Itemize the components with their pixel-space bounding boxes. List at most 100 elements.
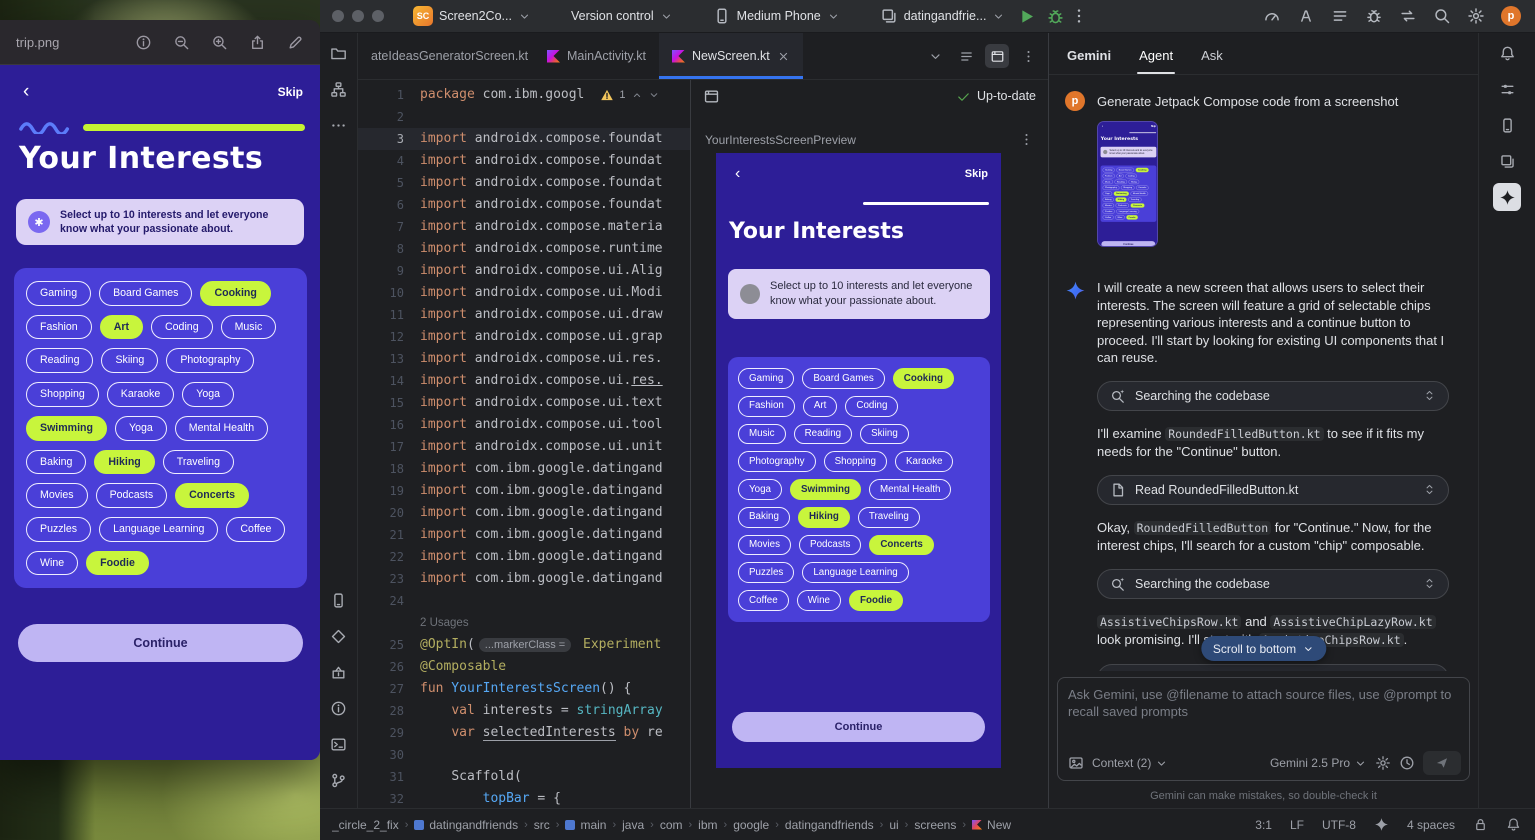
tab-ask[interactable]: Ask — [1187, 38, 1237, 74]
code-line[interactable]: 19import com.ibm.google.datingand — [358, 480, 690, 502]
breadcrumb-item[interactable]: main — [565, 818, 606, 832]
code-line[interactable]: 1package com.ibm.googl1 — [358, 84, 690, 106]
code-editor[interactable]: 1package com.ibm.googl123import androidx… — [358, 80, 690, 808]
device-selector[interactable]: Medium Phone — [706, 4, 847, 28]
send-button[interactable] — [1423, 751, 1461, 775]
structure-icon[interactable] — [325, 75, 353, 103]
prev-problem-icon[interactable] — [631, 89, 643, 101]
gemini-status-icon[interactable] — [1374, 817, 1389, 832]
tool-call-card[interactable]: Read RoundedFilledButton.kt — [1097, 475, 1449, 505]
code-line[interactable]: 25@OptIn(...markerClass = Experiment — [358, 634, 690, 656]
ui-check-mode-icon[interactable] — [703, 88, 720, 105]
cursor-position[interactable]: 3:1 — [1255, 818, 1272, 832]
code-mode-button[interactable] — [954, 44, 978, 68]
close-window-button[interactable] — [332, 10, 344, 22]
code-line[interactable]: 8import androidx.compose.runtime — [358, 238, 690, 260]
tab-newscreen-kt[interactable]: NewScreen.kt — [659, 33, 803, 79]
code-line[interactable]: 3import androidx.compose.foundat — [358, 128, 690, 150]
gemini-input[interactable] — [1068, 686, 1459, 746]
code-line[interactable]: 5import androidx.compose.foundat — [358, 172, 690, 194]
markup-icon[interactable] — [287, 34, 304, 51]
code-line[interactable]: 26@Composable — [358, 656, 690, 678]
project-icon[interactable] — [325, 39, 353, 67]
line-separator[interactable]: LF — [1290, 818, 1304, 832]
todo-icon[interactable] — [1331, 7, 1349, 25]
build-icon[interactable] — [325, 658, 353, 686]
breadcrumb-item[interactable]: com — [660, 818, 683, 832]
tab-mainactivity-kt[interactable]: MainActivity.kt — [534, 33, 659, 79]
run-configuration[interactable]: datingandfrie... — [873, 4, 1013, 28]
code-line[interactable]: 14import androidx.compose.ui.res. — [358, 370, 690, 392]
file-encoding[interactable]: UTF-8 — [1322, 818, 1356, 832]
hidden-tabs-chevron[interactable] — [923, 44, 947, 68]
code-line[interactable]: 18import com.ibm.google.datingand — [358, 458, 690, 480]
breadcrumb-item[interactable]: src — [534, 818, 550, 832]
next-problem-icon[interactable] — [648, 89, 660, 101]
editor-more-icon[interactable] — [1016, 44, 1040, 68]
close-tab-icon[interactable] — [777, 50, 790, 63]
zoom-out-icon[interactable] — [173, 34, 190, 51]
code-line[interactable]: 7import androidx.compose.materia — [358, 216, 690, 238]
context-dropdown[interactable]: Context (2) — [1092, 756, 1168, 770]
build-variants-icon[interactable] — [1493, 75, 1521, 103]
user-avatar[interactable]: p — [1501, 6, 1521, 26]
code-line[interactable]: 20import com.ibm.google.datingand — [358, 502, 690, 524]
breadcrumb-item[interactable]: java — [622, 818, 644, 832]
settings-icon[interactable] — [1467, 7, 1485, 25]
terminal-icon[interactable] — [325, 730, 353, 758]
breadcrumb-item[interactable]: datingandfriends — [785, 818, 874, 832]
share-icon[interactable] — [249, 34, 266, 51]
breadcrumb-item[interactable]: _circle_2_fix — [332, 818, 399, 832]
device-explorer-icon[interactable] — [1493, 147, 1521, 175]
search-everywhere-icon[interactable] — [1433, 7, 1451, 25]
code-line[interactable]: 31 Scaffold( — [358, 766, 690, 788]
info-icon[interactable] — [135, 34, 152, 51]
indent-setting[interactable]: 4 spaces — [1407, 818, 1455, 832]
notifications-icon[interactable] — [1493, 39, 1521, 67]
code-line[interactable]: 4import androidx.compose.foundat — [358, 150, 690, 172]
code-line[interactable]: 29 var selectedInterests by re — [358, 722, 690, 744]
device-manager-icon[interactable] — [1493, 111, 1521, 139]
expand-icon[interactable] — [1423, 389, 1436, 402]
attach-image-icon[interactable] — [1068, 755, 1084, 771]
code-line[interactable]: 28 val interests = stringArray — [358, 700, 690, 722]
debug-button[interactable] — [1046, 7, 1065, 26]
code-line[interactable]: 10import androidx.compose.ui.Modi — [358, 282, 690, 304]
tool-call-card[interactable]: Searching the codebase — [1097, 569, 1449, 599]
code-line[interactable]: 2 Usages — [358, 612, 690, 634]
scroll-to-bottom-button[interactable]: Scroll to bottom — [1201, 636, 1326, 661]
ai-actions-icon[interactable] — [1297, 7, 1315, 25]
gemini-settings-icon[interactable] — [1375, 755, 1391, 771]
code-line[interactable]: 16import androidx.compose.ui.tool — [358, 414, 690, 436]
gemini-icon[interactable] — [1493, 183, 1521, 211]
resource-manager-icon[interactable] — [325, 622, 353, 650]
zoom-in-icon[interactable] — [211, 34, 228, 51]
profiler-icon[interactable] — [1263, 7, 1281, 25]
tab-agent[interactable]: Agent — [1125, 38, 1187, 74]
screenshot-thumbnail[interactable]: ‹SkipYour InterestsSelect up to 10 inter… — [1097, 121, 1158, 247]
run-button[interactable] — [1017, 7, 1036, 26]
window-controls[interactable] — [332, 10, 384, 22]
history-icon[interactable] — [1399, 755, 1415, 771]
notifications-bell-icon[interactable] — [1506, 817, 1521, 832]
expand-icon[interactable] — [1423, 577, 1436, 590]
code-line[interactable]: 21import com.ibm.google.datingand — [358, 524, 690, 546]
version-control-icon[interactable] — [325, 766, 353, 794]
vcs-widget[interactable]: Version control — [564, 6, 680, 26]
code-line[interactable]: 22import com.ibm.google.datingand — [358, 546, 690, 568]
model-selector[interactable]: Gemini 2.5 Pro — [1270, 756, 1367, 770]
sync-project-icon[interactable] — [1399, 7, 1417, 25]
breadcrumb-item[interactable]: screens — [914, 818, 956, 832]
preview-menu-icon[interactable] — [1019, 132, 1034, 147]
code-line[interactable]: 23import com.ibm.google.datingand — [358, 568, 690, 590]
problems-icon[interactable] — [325, 694, 353, 722]
expand-icon[interactable] — [1423, 483, 1436, 496]
code-line[interactable]: 2 — [358, 106, 690, 128]
code-line[interactable]: 12import androidx.compose.ui.grap — [358, 326, 690, 348]
code-line[interactable]: 32 topBar = { — [358, 788, 690, 808]
code-line[interactable]: 17import androidx.compose.ui.unit — [358, 436, 690, 458]
code-line[interactable]: 24 — [358, 590, 690, 612]
breadcrumb-item[interactable]: datingandfriends — [414, 818, 518, 832]
code-line[interactable]: 30 — [358, 744, 690, 766]
more-actions-icon[interactable] — [1070, 7, 1088, 25]
